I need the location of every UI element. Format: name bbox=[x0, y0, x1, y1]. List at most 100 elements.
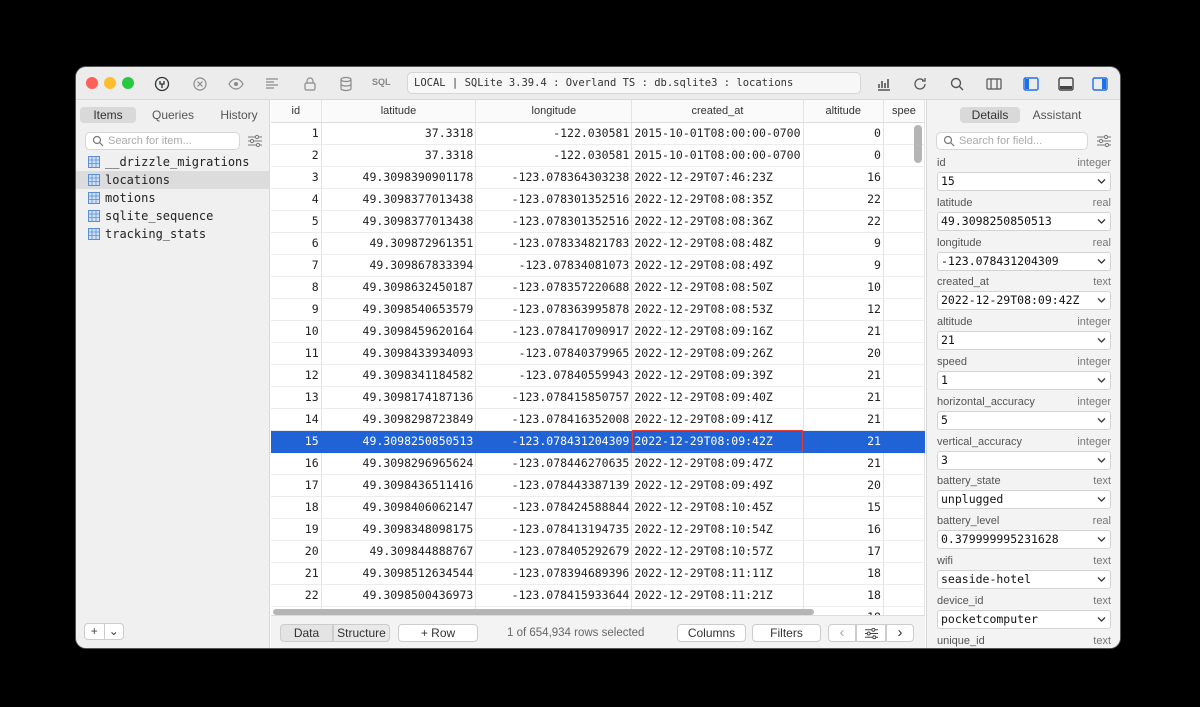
table-cell[interactable]: 8 bbox=[271, 276, 322, 299]
table-cell[interactable]: 5 bbox=[271, 210, 322, 233]
table-cell[interactable]: 2015-10-01T08:00:00-0700 bbox=[631, 144, 804, 167]
tab-queries[interactable]: Queries bbox=[142, 107, 204, 123]
table-cell[interactable]: 18 bbox=[803, 562, 884, 585]
next-page-button[interactable]: › bbox=[886, 624, 914, 642]
chevron-down-icon[interactable] bbox=[1097, 337, 1106, 344]
table-cell[interactable]: -123.07834081073 bbox=[475, 254, 633, 277]
field-value-input[interactable]: -123.078431204309 bbox=[937, 251, 1111, 271]
table-cell[interactable]: 3 bbox=[271, 166, 322, 189]
table-cell[interactable]: 21 bbox=[803, 364, 884, 387]
table-cell[interactable]: -123.078415933644 bbox=[475, 584, 633, 607]
table-row[interactable]: 3 49.3098390901178 -123.078364303238 2022-1… bbox=[271, 166, 925, 189]
table-cell[interactable]: 16 bbox=[271, 452, 322, 475]
table-cell[interactable]: 2022-12-29T08:09:26Z bbox=[631, 342, 804, 365]
table-row[interactable]: 7 49.309867833394 -123.07834081073 2022-12-… bbox=[271, 254, 925, 277]
table-cell[interactable] bbox=[883, 298, 925, 321]
table-cell[interactable]: 9 bbox=[803, 232, 884, 255]
field-value-input[interactable]: 2022-12-29T08:09:42Z bbox=[937, 291, 1111, 311]
table-row[interactable]: 22 49.3098500436973 -123.078415933644 2022-… bbox=[271, 584, 925, 607]
table-cell[interactable]: 2022-12-29T08:11:21Z bbox=[631, 584, 804, 607]
table-cell[interactable]: 21 bbox=[803, 320, 884, 343]
table-cell[interactable]: 12 bbox=[803, 298, 884, 321]
sidebar-item-table[interactable]: tracking_stats bbox=[76, 225, 270, 243]
tab-assistant[interactable]: Assistant bbox=[1025, 107, 1089, 123]
table-cell[interactable]: 12 bbox=[271, 364, 322, 387]
table-cell[interactable]: 2022-12-29T08:10:54Z bbox=[631, 518, 804, 541]
table-row[interactable]: 18 49.3098406062147 -123.078424588844 2022-… bbox=[271, 496, 925, 519]
table-cell[interactable]: 20 bbox=[271, 540, 322, 563]
table-cell[interactable]: 21 bbox=[803, 386, 884, 409]
table-cell[interactable] bbox=[883, 276, 925, 299]
add-menu-chevron-icon[interactable]: ⌄ bbox=[103, 624, 124, 639]
table-row[interactable]: 19 49.3098348098175 -123.078413194735 2022-… bbox=[271, 518, 925, 541]
table-cell[interactable]: 21 bbox=[271, 562, 322, 585]
table-cell[interactable] bbox=[883, 232, 925, 255]
table-cell[interactable]: 21 bbox=[803, 430, 884, 453]
field-value-input[interactable]: 5 bbox=[937, 410, 1111, 430]
table-cell[interactable]: 49.3098174187136 bbox=[321, 386, 477, 409]
tab-details[interactable]: Details bbox=[960, 107, 1020, 123]
table-cell[interactable]: 22 bbox=[803, 188, 884, 211]
table-cell[interactable]: -122.030581 bbox=[475, 122, 633, 145]
column-header[interactable]: altitude bbox=[803, 100, 884, 123]
table-cell[interactable]: 49.3098377013438 bbox=[321, 210, 477, 233]
sql-button[interactable]: SQL bbox=[372, 77, 391, 87]
table-cell[interactable] bbox=[883, 342, 925, 365]
chevron-down-icon[interactable] bbox=[1097, 258, 1106, 265]
page-settings-button[interactable] bbox=[856, 624, 886, 642]
table-cell[interactable]: 2022-12-29T08:08:53Z bbox=[631, 298, 804, 321]
table-cell[interactable]: -123.07840559943 bbox=[475, 364, 633, 387]
sidebar-item-table[interactable]: sqlite_sequence bbox=[76, 207, 270, 225]
columns-layout-icon[interactable] bbox=[984, 74, 1004, 94]
table-cell[interactable]: 49.3098406062147 bbox=[321, 496, 477, 519]
database-icon[interactable] bbox=[336, 74, 356, 94]
field-value-input[interactable]: 1 bbox=[937, 371, 1111, 390]
table-cell[interactable]: 18 bbox=[271, 496, 322, 519]
table-cell[interactable]: 0 bbox=[803, 122, 884, 145]
item-search-input[interactable]: Search for item... bbox=[85, 132, 240, 150]
sidebar-item-table[interactable]: locations bbox=[76, 171, 270, 189]
chart-icon[interactable] bbox=[874, 74, 894, 94]
table-cell[interactable]: 1 bbox=[271, 122, 322, 145]
table-cell[interactable]: -123.078357220688 bbox=[475, 276, 633, 299]
table-cell[interactable] bbox=[883, 408, 925, 431]
table-cell[interactable]: 20 bbox=[803, 342, 884, 365]
table-cell[interactable]: -123.078363995878 bbox=[475, 298, 633, 321]
stop-icon[interactable] bbox=[190, 74, 210, 94]
table-row[interactable]: 15 49.3098250850513 -123.078431204309 2022-… bbox=[271, 430, 925, 453]
table-cell[interactable] bbox=[883, 562, 925, 585]
table-cell[interactable]: 2022-12-29T08:08:50Z bbox=[631, 276, 804, 299]
table-cell[interactable]: 2015-10-01T08:00:00-0700 bbox=[631, 122, 804, 145]
filters-button[interactable]: Filters bbox=[752, 624, 821, 642]
table-cell[interactable] bbox=[883, 540, 925, 563]
field-value-input[interactable]: 0.379999995231628 bbox=[937, 530, 1111, 550]
data-grid[interactable]: id latitude longitude created_at altitude spe… bbox=[271, 100, 925, 615]
table-cell[interactable] bbox=[883, 254, 925, 277]
chevron-down-icon[interactable] bbox=[1097, 536, 1106, 543]
add-item-button[interactable]: + bbox=[85, 624, 104, 639]
toggle-left-sidebar-icon[interactable] bbox=[1021, 74, 1041, 94]
table-cell[interactable]: 2 bbox=[271, 144, 322, 167]
table-cell[interactable]: 9 bbox=[803, 254, 884, 277]
table-cell[interactable]: 2022-12-29T08:10:57Z bbox=[631, 540, 804, 563]
table-row[interactable]: 5 49.3098377013438 -123.078301352516 2022-1… bbox=[271, 210, 925, 233]
table-row[interactable]: 4 49.3098377013438 -123.078301352516 2022-1… bbox=[271, 188, 925, 211]
table-row[interactable]: 21 49.3098512634544 -123.078394689396 2022-… bbox=[271, 562, 925, 585]
table-cell[interactable]: -123.078446270635 bbox=[475, 452, 633, 475]
table-cell[interactable]: 49.3098500436973 bbox=[321, 584, 477, 607]
table-cell[interactable]: 49.3098512634544 bbox=[321, 562, 477, 585]
table-cell[interactable]: -123.078443387139 bbox=[475, 474, 633, 497]
table-cell[interactable]: 0 bbox=[803, 144, 884, 167]
table-cell[interactable]: 2022-12-29T08:08:36Z bbox=[631, 210, 804, 233]
field-filter-icon[interactable] bbox=[1096, 134, 1112, 148]
chevron-down-icon[interactable] bbox=[1097, 178, 1106, 185]
table-cell[interactable]: 2022-12-29T08:08:48Z bbox=[631, 232, 804, 255]
toggle-right-sidebar-icon[interactable] bbox=[1090, 74, 1110, 94]
chevron-down-icon[interactable] bbox=[1097, 218, 1106, 225]
chevron-down-icon[interactable] bbox=[1097, 496, 1106, 503]
table-row[interactable]: 6 49.309872961351 -123.078334821783 2022-12… bbox=[271, 232, 925, 255]
table-cell[interactable]: 2022-12-29T08:09:16Z bbox=[631, 320, 804, 343]
toggle-bottom-panel-icon[interactable] bbox=[1056, 74, 1076, 94]
chevron-down-icon[interactable] bbox=[1097, 417, 1106, 424]
add-item-control[interactable]: + ⌄ bbox=[84, 623, 124, 640]
